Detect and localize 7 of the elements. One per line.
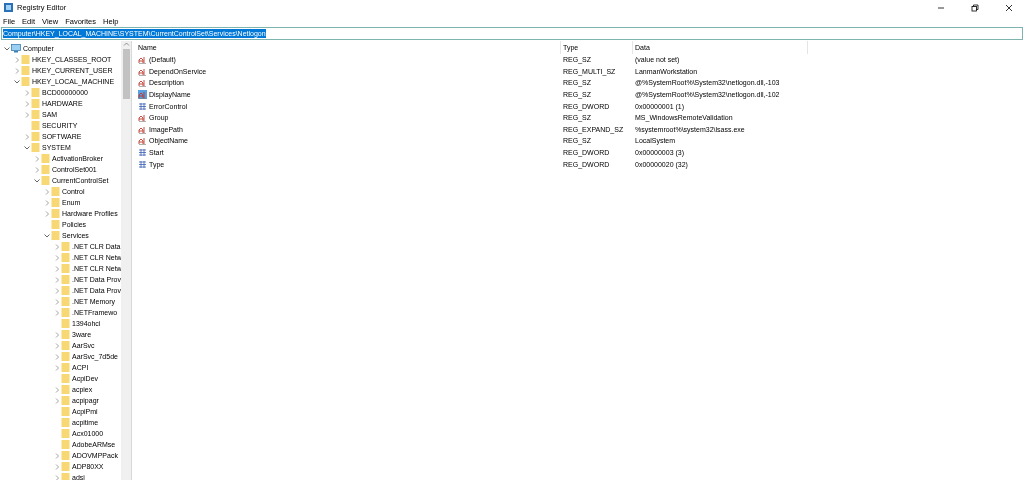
scrollbar[interactable] [121,41,131,480]
app-icon [4,3,13,12]
restore-icon [971,3,979,12]
scrollbar-thumb[interactable] [122,49,130,99]
scroll-up-icon[interactable] [122,41,130,47]
close-icon [1005,3,1013,12]
computer-icon [11,44,21,53]
